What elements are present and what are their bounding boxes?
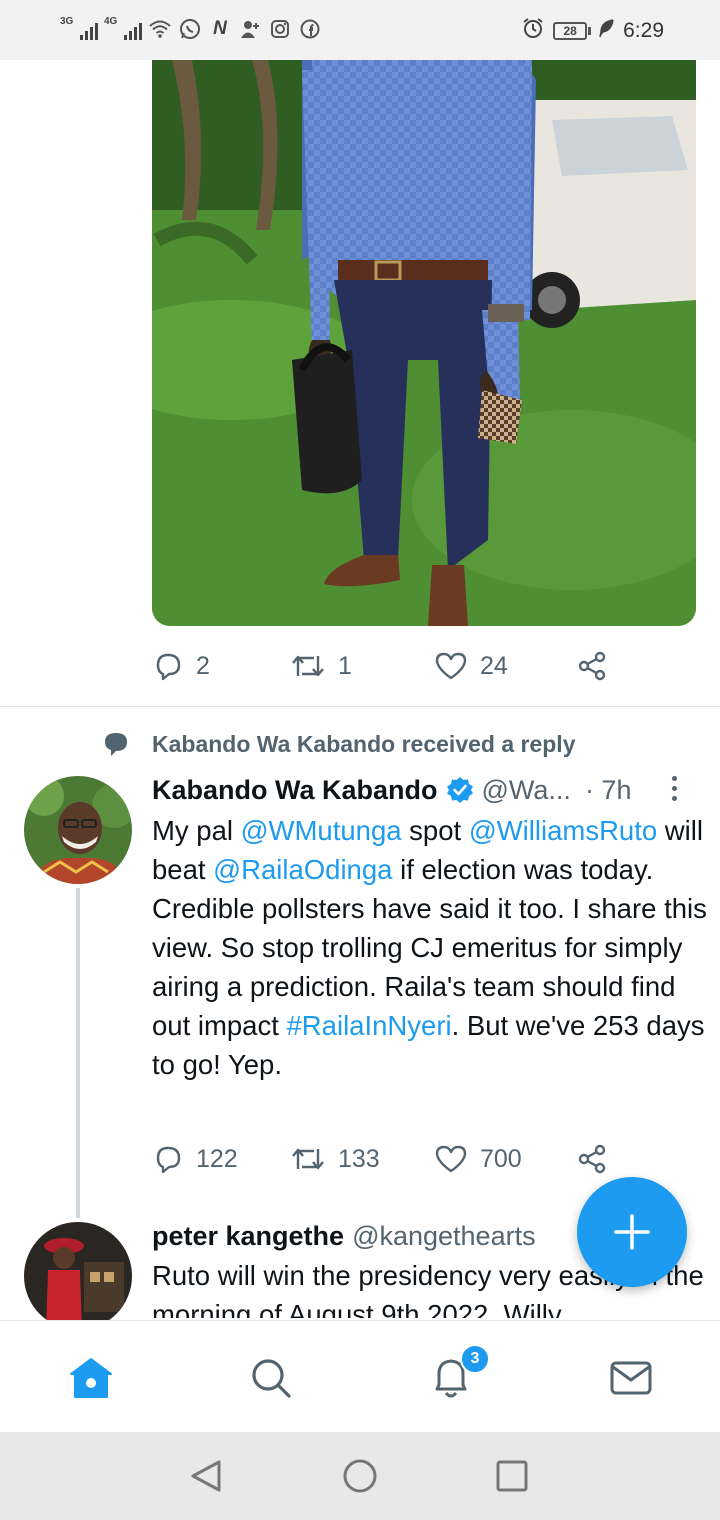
tab-home[interactable]: [66, 1353, 116, 1403]
retweet-icon: [292, 1148, 324, 1170]
retweet-button[interactable]: 133: [290, 1139, 434, 1179]
status-bar: 3G 4G N 28 6:29: [0, 0, 720, 60]
hashtag-link[interactable]: #RailaInNyeri: [287, 1010, 452, 1041]
like-count: 700: [480, 1144, 522, 1173]
tweet-body[interactable]: My pal @WMutunga spot @WilliamsRuto will…: [152, 811, 707, 1084]
home-button[interactable]: [340, 1456, 380, 1496]
tweet-header: Kabando Wa Kabando @Wa... · 7h: [152, 772, 631, 808]
retweet-count: 1: [338, 651, 352, 680]
like-count: 24: [480, 651, 508, 680]
heart-icon: [435, 1145, 467, 1173]
tweet-timestamp[interactable]: · 7h: [585, 775, 632, 806]
facebook-icon: [298, 17, 322, 41]
tab-search[interactable]: [246, 1353, 296, 1403]
status-right: 28 6:29: [521, 16, 664, 46]
reply-button[interactable]: 2: [152, 646, 290, 686]
avatar[interactable]: [24, 776, 132, 884]
reply-icon: [156, 653, 181, 681]
battery-icon: 28: [553, 22, 592, 40]
home-circle-icon: [343, 1459, 377, 1493]
like-button[interactable]: 24: [434, 646, 576, 686]
tweet-header: peter kangethe @kangethearts: [152, 1218, 536, 1254]
author-handle[interactable]: @kangethearts: [352, 1221, 536, 1252]
speech-bubble-icon: [105, 733, 127, 756]
like-button[interactable]: 700: [434, 1139, 576, 1179]
social-context[interactable]: Kabando Wa Kabando received a reply: [102, 730, 576, 758]
retweet-icon: [292, 655, 324, 677]
battery-level: 28: [553, 22, 588, 40]
verified-badge-icon: [446, 777, 473, 803]
retweet-count: 133: [338, 1144, 380, 1173]
clock-time: 6:29: [623, 19, 664, 42]
social-context-text: Kabando Wa Kabando received a reply: [152, 730, 576, 757]
notifications-badge: 3: [460, 1344, 490, 1374]
search-icon: [252, 1359, 291, 1398]
person-add-icon: [238, 17, 262, 41]
share-button[interactable]: [576, 1139, 608, 1179]
mention-link[interactable]: @RailaOdinga: [213, 854, 392, 885]
reply-button[interactable]: 122: [152, 1139, 290, 1179]
avatar[interactable]: [24, 1222, 132, 1330]
alarm-icon: [521, 16, 545, 46]
back-triangle-icon: [191, 1460, 221, 1492]
author-name[interactable]: Kabando Wa Kabando: [152, 775, 438, 806]
recents-square-icon: [496, 1460, 528, 1492]
whatsapp-icon: [178, 17, 202, 41]
tweet-text-segment: spot: [401, 815, 469, 846]
retweet-button[interactable]: 1: [290, 646, 434, 686]
share-icon: [578, 1144, 606, 1174]
tweet-actions: 2 1 24: [152, 646, 608, 686]
status-left: 3G 4G N: [60, 16, 322, 42]
n-app-icon: N: [213, 18, 227, 39]
share-button[interactable]: [576, 646, 608, 686]
back-button[interactable]: [187, 1456, 227, 1496]
mail-icon: [610, 1361, 652, 1395]
tweet-photo[interactable]: [152, 60, 696, 626]
reply-count: 122: [196, 1144, 238, 1173]
system-navigation-bar: [0, 1432, 720, 1520]
share-icon: [578, 651, 606, 681]
tweet-text-segment: My pal: [152, 815, 241, 846]
mention-link[interactable]: @WMutunga: [241, 815, 402, 846]
heart-icon: [435, 652, 467, 680]
bottom-tab-bar: [0, 1320, 720, 1432]
recents-button[interactable]: [492, 1456, 532, 1496]
tab-messages[interactable]: [606, 1353, 656, 1403]
network-type-label: 4G: [104, 16, 118, 27]
reply-icon: [156, 1146, 181, 1174]
home-icon: [70, 1358, 112, 1398]
reply-count: 2: [196, 651, 210, 680]
tweet-divider: [0, 706, 720, 707]
signal-4g-icon: 4G: [104, 16, 142, 42]
author-handle[interactable]: @Wa...: [482, 775, 571, 806]
leaf-icon: [599, 18, 615, 44]
thread-connector-line: [76, 888, 80, 1218]
mention-link[interactable]: @WilliamsRuto: [469, 815, 657, 846]
instagram-icon: [268, 17, 292, 41]
plus-icon: [614, 1214, 650, 1250]
wifi-icon: [148, 17, 172, 41]
avatar-kabando-image: [24, 776, 132, 884]
tweet-actions: 122 133 700: [152, 1139, 608, 1179]
avatar-peter-image: [24, 1222, 132, 1330]
more-options-icon[interactable]: [672, 776, 677, 801]
signal-3g-icon: 3G: [60, 16, 98, 42]
network-type-label: 3G: [60, 16, 74, 27]
tweet-photo-image: [152, 60, 696, 626]
author-name[interactable]: peter kangethe: [152, 1221, 344, 1252]
compose-tweet-button[interactable]: [577, 1177, 687, 1287]
